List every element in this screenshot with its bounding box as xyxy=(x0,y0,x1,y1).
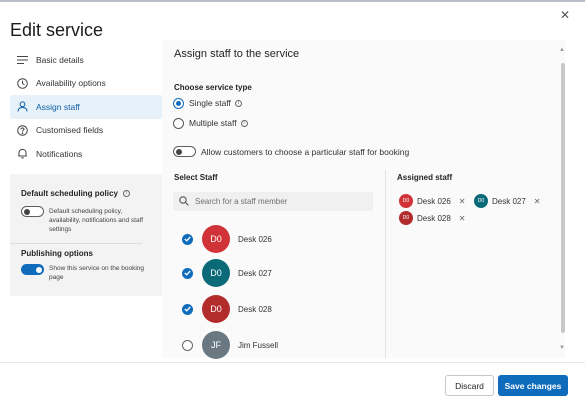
staff-row-desk-028[interactable]: D0 Desk 028 xyxy=(182,294,372,324)
select-staff-label: Select Staff xyxy=(174,173,218,182)
scheduling-policy-label: Default scheduling policy xyxy=(21,189,118,198)
sidebar-item-availability-options[interactable]: Availability options xyxy=(10,72,162,96)
checkmark-icon[interactable] xyxy=(182,233,193,245)
chip-name: Desk 026 xyxy=(417,196,451,206)
remove-icon[interactable]: ✕ xyxy=(459,197,466,206)
staff-row-desk-026[interactable]: D0 Desk 026 xyxy=(182,224,372,254)
publishing-toggle[interactable] xyxy=(21,264,44,275)
assigned-chip-desk-028: D0 Desk 028 ✕ xyxy=(399,210,466,226)
chip-name: Desk 027 xyxy=(492,196,526,206)
assigned-chip-desk-026: D0 Desk 026 ✕ xyxy=(399,193,466,209)
toggle-knob xyxy=(176,148,182,155)
info-icon[interactable]: i xyxy=(240,119,248,127)
scheduling-policy-toggle[interactable] xyxy=(21,206,44,217)
unchecked-circle-icon[interactable] xyxy=(182,339,193,351)
column-divider xyxy=(385,170,386,358)
avatar: JF xyxy=(202,331,230,359)
assigned-chip-desk-027: D0 Desk 027 ✕ xyxy=(474,193,541,209)
assigned-staff-label: Assigned staff xyxy=(397,173,453,182)
scrollbar-thumb[interactable] xyxy=(561,63,565,333)
divider xyxy=(10,243,142,244)
avatar: D0 xyxy=(399,211,413,225)
lines-icon xyxy=(16,54,28,66)
staff-name: Desk 026 xyxy=(238,234,272,244)
avatar: D0 xyxy=(474,194,488,208)
multiple-staff-radio[interactable] xyxy=(173,118,184,129)
multiple-staff-option[interactable]: Multiple staff i xyxy=(189,118,248,128)
save-changes-button[interactable]: Save changes xyxy=(498,375,568,396)
service-type-label: Choose service type xyxy=(174,83,252,92)
section-title: Assign staff to the service xyxy=(174,48,300,60)
sidebar-item-notifications[interactable]: Notifications xyxy=(10,142,162,166)
discard-button[interactable]: Discard xyxy=(445,375,494,396)
checkmark-icon[interactable] xyxy=(182,303,193,315)
sidebar-item-label: Customised fields xyxy=(36,125,104,136)
staff-name: Desk 027 xyxy=(238,268,272,278)
allow-choice-toggle[interactable] xyxy=(173,146,196,157)
staff-search[interactable] xyxy=(173,192,373,211)
footer-divider xyxy=(0,362,585,363)
publishing-options-label: Publishing options xyxy=(21,249,93,258)
remove-icon[interactable]: ✕ xyxy=(534,197,541,206)
scrollbar[interactable]: ▲ ▼ xyxy=(559,45,566,357)
staff-row-jim-fussell[interactable]: JF Jim Fussell xyxy=(182,330,372,360)
scheduling-policy-description: Default scheduling policy, availability,… xyxy=(49,208,144,233)
staff-row-desk-027[interactable]: D0 Desk 027 xyxy=(182,258,372,288)
single-staff-option[interactable]: Single staff i xyxy=(189,98,242,108)
avatar: D0 xyxy=(202,259,230,287)
sidebar-item-label: Availability options xyxy=(36,78,106,89)
sidebar-item-label: Assign staff xyxy=(36,101,80,112)
avatar: D0 xyxy=(399,194,413,208)
policy-panel: Default scheduling policy i Default sche… xyxy=(10,174,162,296)
question-icon xyxy=(16,124,28,136)
bell-icon xyxy=(16,148,28,160)
sidebar-item-customised-fields[interactable]: Customised fields xyxy=(10,119,162,143)
sidebar-item-label: Notifications xyxy=(36,148,83,159)
close-icon[interactable]: ✕ xyxy=(558,8,572,22)
avatar: D0 xyxy=(202,225,230,253)
scheduling-policy-title: Default scheduling policy i xyxy=(21,189,130,198)
single-staff-radio[interactable] xyxy=(173,98,184,109)
toggle-knob xyxy=(36,266,42,273)
allow-choice-label: Allow customers to choose a particular s… xyxy=(201,147,410,157)
staff-name: Desk 028 xyxy=(238,304,272,314)
scroll-up-icon[interactable]: ▲ xyxy=(559,47,565,53)
search-input[interactable] xyxy=(195,197,365,206)
info-icon[interactable]: i xyxy=(122,190,130,197)
sidebar-nav: Basic details Availability options Assig… xyxy=(10,48,162,166)
staff-name: Jim Fussell xyxy=(238,340,279,350)
single-staff-label: Single staff xyxy=(189,98,231,108)
search-icon xyxy=(179,195,189,208)
multiple-staff-label: Multiple staff xyxy=(189,118,237,128)
sidebar-item-label: Basic details xyxy=(36,54,84,65)
chip-name: Desk 028 xyxy=(417,213,451,223)
person-icon xyxy=(16,101,28,113)
publishing-description: Show this service on the booking page xyxy=(49,265,145,281)
top-border xyxy=(0,0,585,2)
sidebar-item-assign-staff[interactable]: Assign staff xyxy=(10,95,162,119)
dialog-title: Edit service xyxy=(10,20,104,40)
info-icon[interactable]: i xyxy=(234,99,242,107)
checkmark-icon[interactable] xyxy=(182,267,193,279)
sidebar-item-basic-details[interactable]: Basic details xyxy=(10,48,162,72)
remove-icon[interactable]: ✕ xyxy=(459,214,466,223)
scroll-down-icon[interactable]: ▼ xyxy=(559,345,565,351)
toggle-knob xyxy=(24,208,30,215)
avatar: D0 xyxy=(202,295,230,323)
publishing-options-title: Publishing options xyxy=(21,249,93,258)
clock-icon xyxy=(16,77,28,89)
